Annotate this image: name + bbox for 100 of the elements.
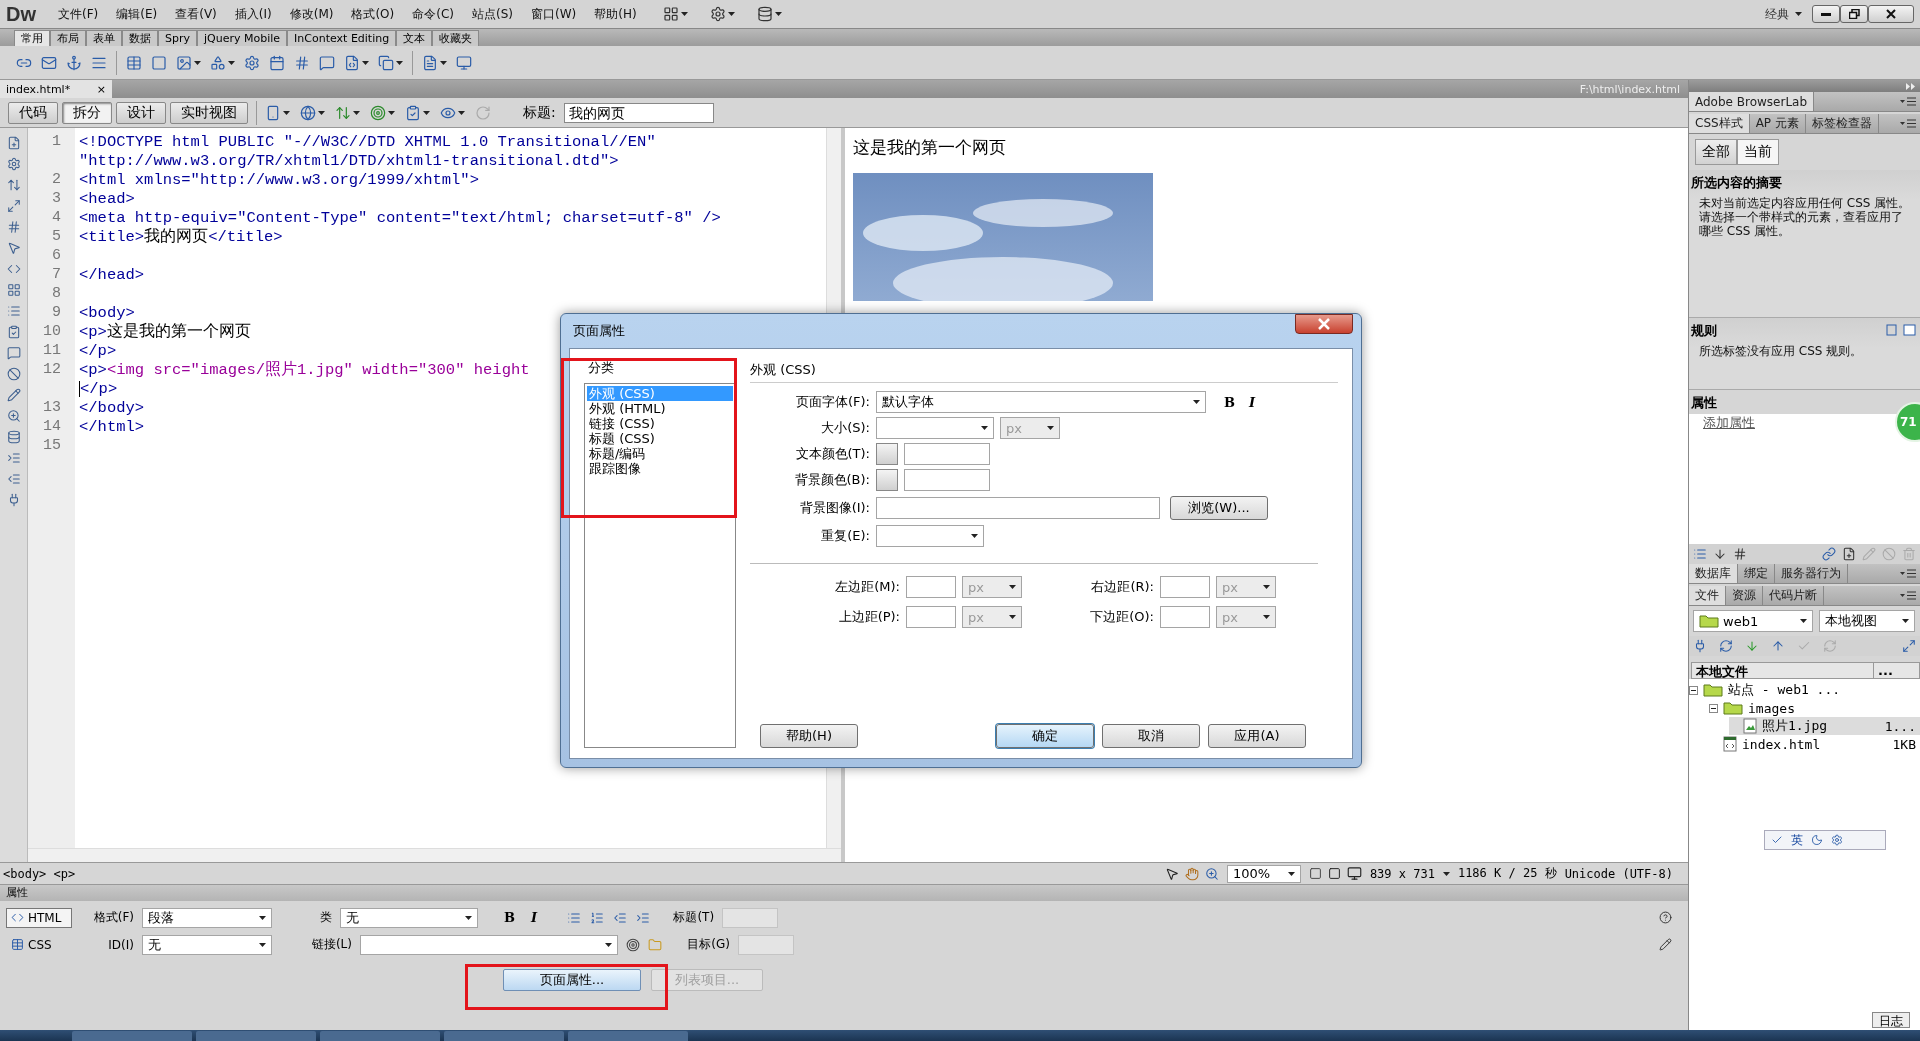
file-icon[interactable]	[422, 54, 438, 71]
css-icon[interactable]	[11, 938, 24, 951]
bold-button[interactable]: B	[1220, 394, 1239, 410]
gear-icon[interactable]	[244, 54, 260, 71]
code-icon[interactable]	[6, 262, 21, 276]
insert-tab[interactable]: 数据	[122, 30, 158, 46]
menu-item[interactable]: 命令(C)	[412, 5, 454, 23]
pencil-icon[interactable]	[6, 388, 21, 402]
color-input[interactable]	[904, 443, 990, 465]
add-property-link[interactable]: 添加属性	[1689, 414, 1789, 432]
tag-selector[interactable]: <body> <p>	[3, 866, 76, 881]
pencil-icon[interactable]	[1659, 938, 1672, 951]
file-row[interactable]: images	[1709, 699, 1920, 717]
upload-icon[interactable]	[1771, 639, 1785, 653]
view-button[interactable]: 设计	[116, 101, 166, 124]
dialog-button[interactable]: 取消	[1102, 724, 1200, 748]
sort-icon[interactable]	[1713, 547, 1727, 561]
menu-item[interactable]: 站点(S)	[472, 5, 513, 23]
transfer-icon[interactable]	[335, 104, 351, 121]
insert-tab[interactable]: 常用	[14, 30, 50, 46]
zoom-select[interactable]: 100%	[1226, 864, 1301, 883]
target-input[interactable]	[738, 934, 794, 955]
calendar-icon[interactable]	[269, 54, 285, 71]
margin-input[interactable]	[906, 576, 956, 598]
square-icon[interactable]	[1308, 867, 1322, 880]
title-input[interactable]	[722, 907, 779, 928]
restore-button[interactable]	[1840, 5, 1868, 23]
scrollbar[interactable]	[28, 848, 841, 862]
view-button[interactable]: 实时视图	[170, 101, 248, 124]
file-icon[interactable]	[6, 136, 21, 150]
panel-tab[interactable]: 服务器行为	[1775, 564, 1848, 583]
comment-icon[interactable]	[319, 54, 335, 71]
clipboard-icon[interactable]	[6, 325, 21, 339]
monitor-icon[interactable]	[1346, 866, 1362, 881]
view-select[interactable]: 本地视图	[1819, 610, 1915, 632]
file-code-icon[interactable]	[344, 54, 360, 71]
insert-tab[interactable]: 布局	[50, 30, 86, 46]
menu-item[interactable]: 修改(M)	[289, 5, 334, 23]
language-bar[interactable]: 英	[1764, 830, 1886, 850]
plug-icon[interactable]	[1693, 639, 1707, 653]
file-row[interactable]: 照片1.jpg 1...	[1729, 717, 1920, 735]
category-item[interactable]: 跟踪图像	[587, 461, 733, 476]
insert-tab[interactable]: Spry	[158, 30, 197, 46]
refresh-icon[interactable]	[1719, 639, 1733, 653]
mail-icon[interactable]	[41, 54, 57, 71]
numbered-list-icon[interactable]	[590, 910, 605, 925]
expand-icon[interactable]	[1902, 639, 1916, 653]
class-select[interactable]: 无	[340, 907, 478, 928]
code-icon[interactable]	[11, 911, 24, 924]
view-button[interactable]: 代码	[8, 101, 58, 124]
indent-icon[interactable]	[6, 451, 21, 465]
target-icon[interactable]	[370, 104, 386, 121]
menu-item[interactable]: 编辑(E)	[116, 5, 158, 23]
new-file-icon[interactable]	[1842, 547, 1856, 561]
link-icon[interactable]	[1822, 547, 1836, 561]
image-icon[interactable]	[176, 54, 192, 71]
menu-item[interactable]: 插入(I)	[234, 5, 272, 23]
insert-tab[interactable]: jQuery Mobile	[197, 30, 288, 46]
square-icon[interactable]	[1327, 867, 1341, 880]
moon-icon[interactable]	[1811, 834, 1823, 846]
rule-view-icon[interactable]	[1886, 324, 1916, 336]
file-row[interactable]: 站点 - web1 ...	[1689, 681, 1920, 699]
expander-icon[interactable]	[1709, 703, 1718, 713]
color-picker[interactable]	[876, 443, 898, 465]
insert-tab[interactable]: 收藏夹	[432, 30, 480, 46]
window-size[interactable]: 839 x 731	[1369, 866, 1435, 881]
layout-icon[interactable]	[662, 6, 679, 22]
font-select[interactable]: 默认字体	[876, 391, 1206, 413]
panel-menu-icon[interactable]	[1900, 591, 1916, 600]
workspace-switcher[interactable]: 经典	[1765, 5, 1802, 23]
panel-tab[interactable]: 文件	[1689, 586, 1726, 605]
multiscreen-icon[interactable]	[265, 104, 281, 121]
column-header[interactable]: 本地文件	[1692, 663, 1873, 678]
gear-icon[interactable]	[1831, 834, 1843, 846]
panel-menu-icon[interactable]	[1900, 97, 1916, 106]
zoom-icon[interactable]	[6, 409, 21, 423]
panel-tab[interactable]: 资源	[1726, 586, 1763, 605]
browse-button[interactable]: 浏览(W)...	[1170, 496, 1268, 520]
hand-icon[interactable]	[1184, 866, 1199, 881]
italic-button[interactable]: I	[527, 910, 542, 925]
margin-input[interactable]	[906, 606, 956, 628]
gear-icon[interactable]	[6, 157, 21, 171]
image-path-input[interactable]	[876, 497, 1160, 519]
anchor-icon[interactable]	[66, 54, 82, 71]
view-button[interactable]: 拆分	[62, 101, 112, 124]
table-icon[interactable]	[126, 54, 142, 71]
panel-tab[interactable]: CSS样式	[1689, 114, 1750, 133]
checklist-icon[interactable]	[405, 104, 421, 121]
check-icon[interactable]	[1797, 639, 1811, 653]
collapse-icon[interactable]	[1906, 82, 1916, 90]
html-mode-button[interactable]: HTML	[6, 907, 72, 928]
shapes-icon[interactable]	[210, 54, 226, 71]
close-button[interactable]	[1868, 5, 1914, 23]
globe-icon[interactable]	[300, 104, 316, 121]
menu-item[interactable]: 窗口(W)	[530, 5, 577, 23]
css-mode-button[interactable]: CSS	[6, 934, 72, 955]
help-icon[interactable]	[1659, 911, 1672, 924]
pointer-icon[interactable]	[1164, 866, 1179, 881]
id-select[interactable]: 无	[142, 934, 272, 955]
indent-icon[interactable]	[636, 910, 651, 925]
